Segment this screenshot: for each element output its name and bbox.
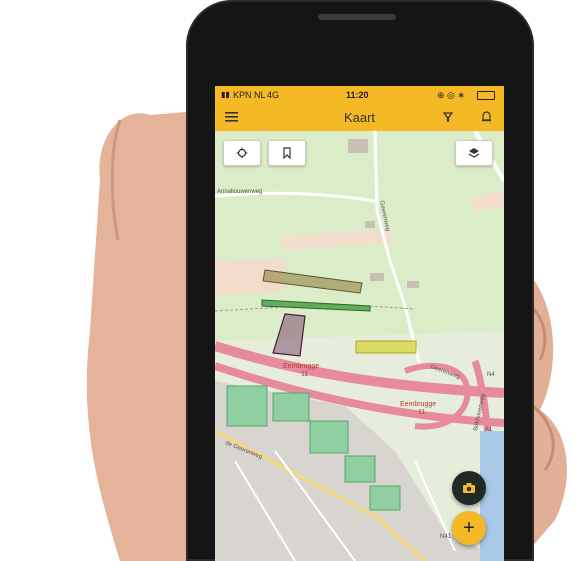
status-bar: ▮▮ KPN NL 4G 11:20 ⊕ ◎ ∗ xyxy=(215,86,504,104)
map-label-hw1: N4 xyxy=(487,372,495,378)
carrier-label: KPN NL xyxy=(233,90,266,100)
map-label-place2-num: 11 xyxy=(418,409,425,416)
map-label-hw2: A1 xyxy=(485,427,493,433)
network-label: 4G xyxy=(267,90,280,100)
layers-button[interactable] xyxy=(455,140,493,166)
locate-button[interactable] xyxy=(223,140,261,166)
map-label-road1: Annaliouwenweg xyxy=(217,189,262,195)
crosshair-icon xyxy=(236,147,248,159)
map-view[interactable]: Annaliouwenweg Geerenweg Eembrugge 11 Ee… xyxy=(215,129,504,561)
plus-icon: + xyxy=(463,516,475,539)
phone-screen: ▮▮ KPN NL 4G 11:20 ⊕ ◎ ∗ Kaart Annaliouw… xyxy=(215,86,504,561)
add-button[interactable]: + xyxy=(452,511,486,545)
bookmark-button[interactable] xyxy=(268,140,306,166)
bell-icon[interactable] xyxy=(481,111,492,123)
signal-icon: ▮▮ xyxy=(221,90,230,99)
map-label-place1-num: 11 xyxy=(301,371,308,378)
camera-icon xyxy=(463,483,475,493)
speaker-grille xyxy=(318,14,396,20)
status-icons: ⊕ ◎ ∗ xyxy=(437,90,465,100)
status-time: 11:20 xyxy=(346,90,369,100)
map-label-place2: Eembrugge xyxy=(400,401,436,408)
layers-icon xyxy=(468,148,480,158)
map-label-place1: Eembrugge xyxy=(283,363,319,370)
camera-button[interactable] xyxy=(452,471,486,505)
battery-icon xyxy=(477,91,495,100)
map-label-hw3: N41 xyxy=(440,534,452,540)
bookmark-icon xyxy=(283,147,291,159)
filter-icon[interactable] xyxy=(443,112,453,122)
app-bar: Kaart xyxy=(215,104,504,131)
page-title: Kaart xyxy=(343,110,376,125)
